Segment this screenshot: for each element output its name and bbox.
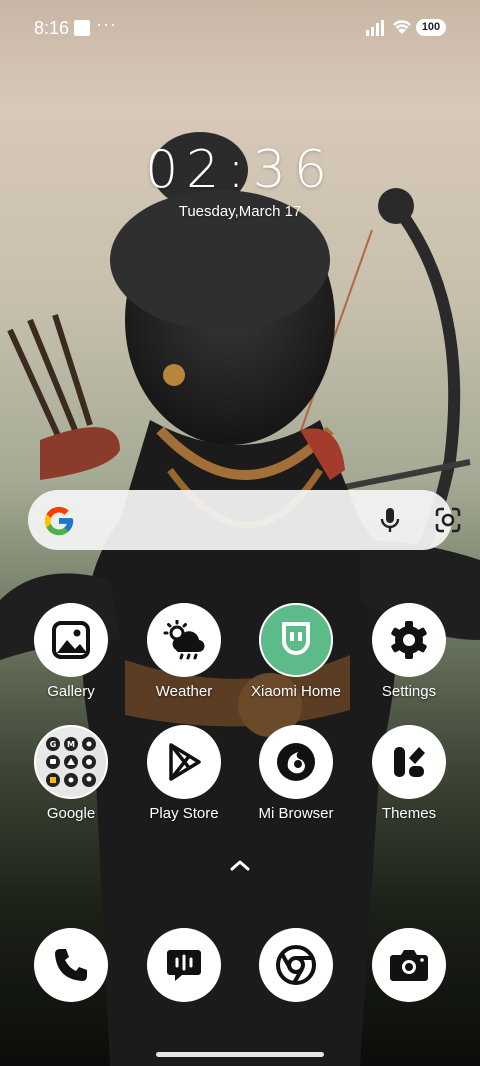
app-label: Google xyxy=(46,805,96,822)
google-g-icon xyxy=(44,506,74,536)
mic-icon[interactable] xyxy=(378,506,402,534)
app-weather[interactable]: Weather xyxy=(129,603,239,700)
app-label: Xiaomi Home xyxy=(250,683,342,700)
dock-camera[interactable] xyxy=(354,928,464,1002)
app-label: Gallery xyxy=(47,683,95,700)
camera-icon[interactable] xyxy=(372,928,446,1002)
app-label: Play Store xyxy=(149,805,219,822)
gear-icon[interactable] xyxy=(372,603,446,677)
play-store-icon[interactable] xyxy=(147,725,221,799)
app-settings[interactable]: Settings xyxy=(354,603,464,700)
more-notifications-icon: ··· xyxy=(96,14,117,34)
app-folder-google[interactable]: GM Google xyxy=(16,725,126,822)
wifi-icon xyxy=(393,20,411,34)
weather-icon[interactable] xyxy=(147,603,221,677)
mi-browser-icon[interactable] xyxy=(259,725,333,799)
battery-level: 100 xyxy=(416,19,446,36)
app-mi-browser[interactable]: Mi Browser xyxy=(241,725,351,822)
themes-icon[interactable] xyxy=(372,725,446,799)
dock-chrome[interactable] xyxy=(241,928,351,1002)
app-play-store[interactable]: Play Store xyxy=(129,725,239,822)
messages-icon[interactable] xyxy=(147,928,221,1002)
svg-text:M: M xyxy=(67,740,75,749)
app-themes[interactable]: Themes xyxy=(354,725,464,822)
chrome-icon[interactable] xyxy=(259,928,333,1002)
clock-date[interactable]: Tuesday,March 17 xyxy=(0,203,480,220)
app-label: Mi Browser xyxy=(258,805,334,822)
signal-icon xyxy=(366,20,384,36)
app-xiaomi-home[interactable]: Xiaomi Home xyxy=(241,603,351,700)
google-search-bar[interactable] xyxy=(28,490,461,550)
lens-icon[interactable] xyxy=(434,506,462,534)
xiaomi-home-icon[interactable] xyxy=(259,603,333,677)
dock-phone[interactable] xyxy=(16,928,126,1002)
app-gallery[interactable]: Gallery xyxy=(16,603,126,700)
status-bar: 8:16 ··· 100 xyxy=(0,0,480,56)
notification-icon xyxy=(74,20,90,36)
dock-messages[interactable] xyxy=(129,928,239,1002)
clock-time[interactable]: 02:36 xyxy=(0,140,480,200)
gesture-nav-bar[interactable] xyxy=(156,1052,324,1057)
status-time: 8:16 xyxy=(34,18,70,38)
phone-icon[interactable] xyxy=(34,928,108,1002)
app-label: Weather xyxy=(155,683,213,700)
app-label: Themes xyxy=(381,805,437,822)
svg-text:G: G xyxy=(50,740,57,749)
google-folder-icon[interactable]: GM xyxy=(34,725,108,799)
app-label: Settings xyxy=(381,683,437,700)
app-drawer-arrow-icon[interactable] xyxy=(228,856,252,874)
gallery-icon[interactable] xyxy=(34,603,108,677)
